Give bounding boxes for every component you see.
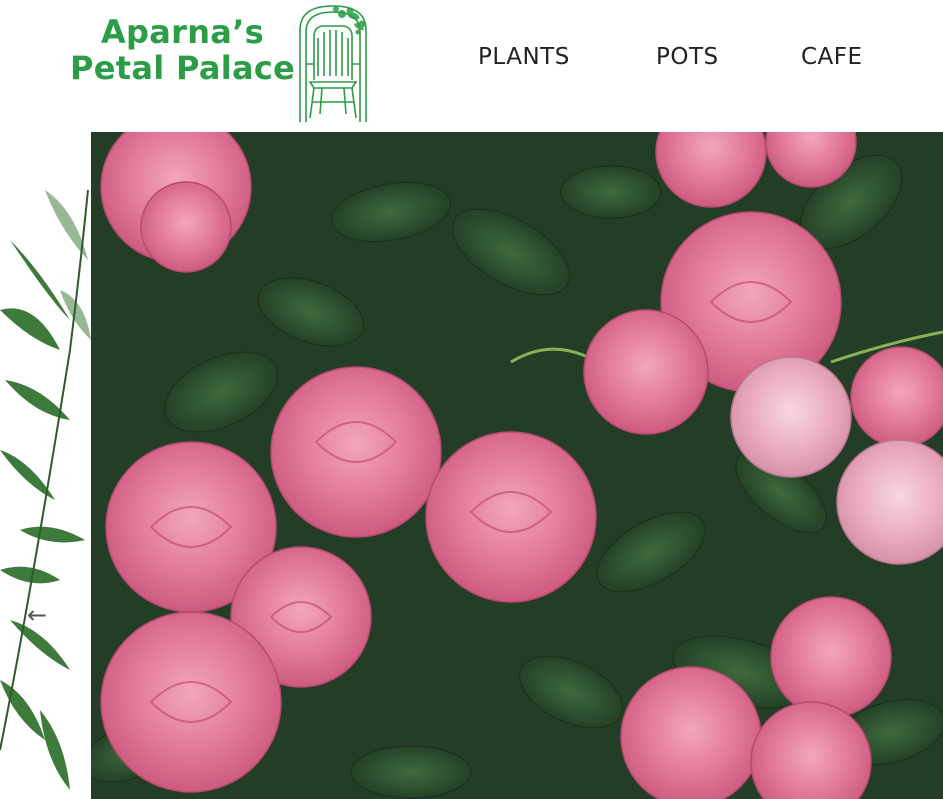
site-title[interactable]: Aparna’s Petal Palace [70, 14, 295, 86]
pink-roses-photo [91, 132, 943, 799]
site-title-line2: Petal Palace [70, 49, 296, 87]
hero-image [91, 132, 943, 799]
nav-pots[interactable]: POTS [656, 44, 719, 70]
carousel-prev-arrow[interactable]: ← [24, 602, 50, 628]
garden-chair-icon[interactable] [292, 2, 374, 124]
decorative-foliage: ← [0, 150, 91, 799]
site-title-line1: Aparna’s [100, 13, 265, 51]
nav-cafe[interactable]: CAFE [801, 44, 863, 70]
nav-plants[interactable]: PLANTS [478, 44, 570, 70]
site-header: Aparna’s Petal Palace PLANTS POTS CAFE [0, 0, 943, 130]
